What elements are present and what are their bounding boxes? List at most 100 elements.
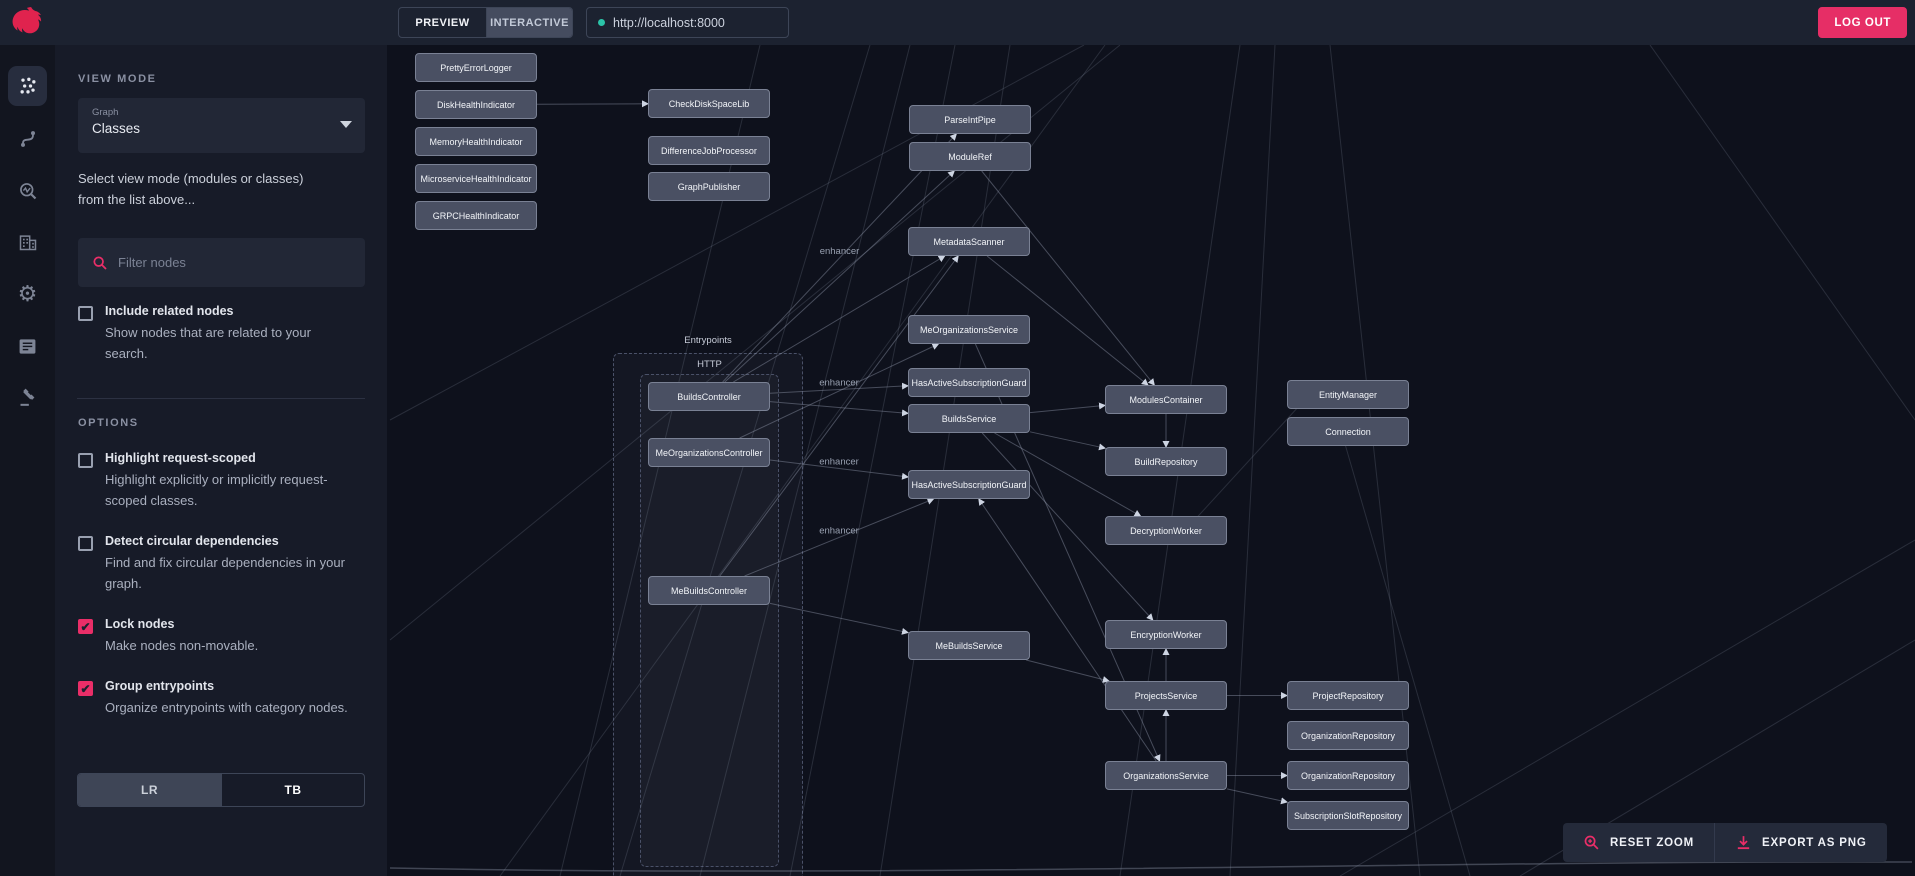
graph-node[interactable]: DecryptionWorker	[1105, 516, 1227, 545]
include-related-description: Show nodes that are related to your sear…	[105, 325, 311, 361]
graph-node-label: MeBuildsService	[935, 640, 1003, 651]
svg-text:enhancer: enhancer	[820, 246, 860, 257]
graph-node-label: ParseIntPipe	[944, 114, 996, 125]
sidebar-item-docs[interactable]	[8, 326, 47, 366]
graph-node[interactable]: Connection	[1287, 417, 1409, 446]
direction-lr-button[interactable]: LR	[78, 774, 221, 806]
option-title: Group entrypoints	[105, 679, 215, 693]
graph-node[interactable]: ParseIntPipe	[909, 105, 1031, 134]
svg-text:enhancer: enhancer	[819, 457, 859, 468]
graph-node-label: ModulesContainer	[1129, 394, 1203, 405]
graph-node-label: MeBuildsController	[670, 585, 748, 596]
sidebar-item-routes[interactable]	[8, 119, 47, 159]
graph-node[interactable]: ProjectRepository	[1287, 681, 1409, 710]
graph-node[interactable]: ModuleRef	[909, 142, 1031, 171]
graph-node[interactable]: EncryptionWorker	[1105, 620, 1227, 649]
graph-node-label: ModuleRef	[948, 151, 992, 162]
building-icon	[19, 235, 36, 251]
graph-node-label: PrettyErrorLogger	[440, 62, 512, 73]
sidebar-item-inspect[interactable]	[8, 171, 47, 211]
graph-node[interactable]: MicroserviceHealthIndicator	[415, 164, 537, 193]
article-icon	[19, 338, 36, 354]
graph-select-value: Classes	[92, 121, 141, 136]
reset-zoom-button[interactable]: RESET ZOOM	[1563, 823, 1714, 862]
graph-node[interactable]: HasActiveSubscriptionGuard	[908, 368, 1030, 397]
graph-node[interactable]: BuildsService	[908, 404, 1030, 433]
include-related-title: Include related nodes	[105, 304, 234, 318]
graph-node[interactable]: EntityManager	[1287, 380, 1409, 409]
graph-node[interactable]: OrganizationsService	[1105, 761, 1227, 790]
download-icon	[1737, 836, 1750, 850]
graph-node[interactable]: MemoryHealthIndicator	[415, 127, 537, 156]
option-title: Lock nodes	[105, 617, 175, 631]
graph-node-label: BuildsService	[941, 413, 997, 424]
graph-node-label: HasActiveSubscriptionGuard	[911, 377, 1027, 388]
graph-node-label: OrganizationsService	[1123, 770, 1209, 781]
graph-canvas[interactable]: Entrypoints HTTP enhancer enhancer enhancer…	[387, 45, 1915, 876]
graph-node-label: MetadataScanner	[933, 236, 1005, 247]
top-bar: PREVIEW INTERACTIVE http://localhost:800…	[0, 0, 1915, 45]
filter-nodes-input[interactable]	[118, 255, 338, 270]
graph-node-label: MemoryHealthIndicator	[429, 136, 523, 147]
graph-node-label: SubscriptionSlotRepository	[1293, 810, 1403, 821]
graph-node[interactable]: ModulesContainer	[1105, 385, 1227, 414]
graph-node-label: GraphPublisher	[677, 181, 741, 192]
sidebar-item-audit[interactable]	[8, 378, 47, 418]
graph-node[interactable]: GraphPublisher	[648, 172, 770, 201]
option-description: Find and fix circular dependencies in yo…	[105, 555, 345, 591]
direction-tb-button[interactable]: TB	[221, 774, 364, 806]
export-png-button[interactable]: EXPORT AS PNG	[1714, 823, 1887, 862]
search-icon	[93, 255, 107, 270]
logout-button[interactable]: LOG OUT	[1818, 7, 1907, 38]
graph-node-label: DecryptionWorker	[1130, 525, 1202, 536]
graph-node[interactable]: PrettyErrorLogger	[415, 53, 537, 82]
url-input[interactable]: http://localhost:8000	[586, 7, 789, 38]
graph-node-label: ProjectsService	[1134, 690, 1198, 701]
graph-node[interactable]: GRPCHealthIndicator	[415, 201, 537, 230]
graph-node-label: DifferenceJobProcessor	[661, 145, 757, 156]
graph-node[interactable]: BuildRepository	[1105, 447, 1227, 476]
sidebar-item-settings[interactable]: ⚙	[8, 274, 47, 314]
highlight-request-scoped-checkbox[interactable]: ✔	[78, 453, 93, 468]
graph-node[interactable]: OrganizationRepository	[1287, 721, 1409, 750]
scatter-graph-icon	[20, 77, 35, 94]
graph-node[interactable]: ProjectsService	[1105, 681, 1227, 710]
graph-node-label: MeOrganizationsService	[919, 324, 1019, 335]
sidebar-divider	[77, 398, 365, 399]
search-insights-icon	[19, 183, 36, 200]
graph-node-label: EntityManager	[1318, 389, 1378, 400]
graph-node[interactable]: BuildsController	[648, 382, 770, 411]
group-entrypoints-checkbox[interactable]: ✔	[78, 681, 93, 696]
include-related-checkbox[interactable]: ✔	[78, 306, 93, 321]
graph-node[interactable]: MeOrganizationsService	[908, 315, 1030, 344]
graph-node-label: Connection	[1325, 426, 1371, 437]
graph-node[interactable]: OrganizationRepository	[1287, 761, 1409, 790]
graph-node-label: OrganizationRepository	[1300, 730, 1396, 741]
graph-node[interactable]: HasActiveSubscriptionGuard	[908, 470, 1030, 499]
detect-circular-checkbox[interactable]: ✔	[78, 536, 93, 551]
graph-node[interactable]: SubscriptionSlotRepository	[1287, 801, 1409, 830]
graph-node[interactable]: CheckDiskSpaceLib	[648, 89, 770, 118]
sidebar-item-graph[interactable]	[8, 66, 47, 106]
nestjs-logo-icon	[12, 7, 42, 34]
interactive-tab[interactable]: INTERACTIVE	[487, 8, 572, 37]
graph-node[interactable]: MeBuildsController	[648, 576, 770, 605]
lock-nodes-checkbox[interactable]: ✔	[78, 619, 93, 634]
graph-select[interactable]: Graph Classes	[78, 98, 365, 153]
graph-node-label: ProjectRepository	[1312, 690, 1384, 701]
graph-node[interactable]: MeBuildsService	[908, 631, 1030, 660]
filter-nodes-box	[78, 238, 365, 287]
view-mode-heading: VIEW MODE	[78, 73, 157, 85]
graph-select-label: Graph	[92, 107, 119, 118]
gear-icon: ⚙	[17, 281, 38, 306]
left-panel: VIEW MODE Graph Classes Select view mode…	[55, 45, 387, 876]
route-icon	[20, 131, 35, 147]
graph-node[interactable]: MeOrganizationsController	[648, 438, 770, 467]
graph-node[interactable]: DiskHealthIndicator	[415, 90, 537, 119]
graph-node[interactable]: DifferenceJobProcessor	[648, 136, 770, 165]
sidebar-item-organizations[interactable]	[8, 222, 47, 262]
preview-tab[interactable]: PREVIEW	[399, 8, 487, 37]
graph-node[interactable]: MetadataScanner	[908, 227, 1030, 256]
graph-node-label: MicroserviceHealthIndicator	[420, 173, 532, 184]
graph-node-label: GRPCHealthIndicator	[432, 210, 520, 221]
